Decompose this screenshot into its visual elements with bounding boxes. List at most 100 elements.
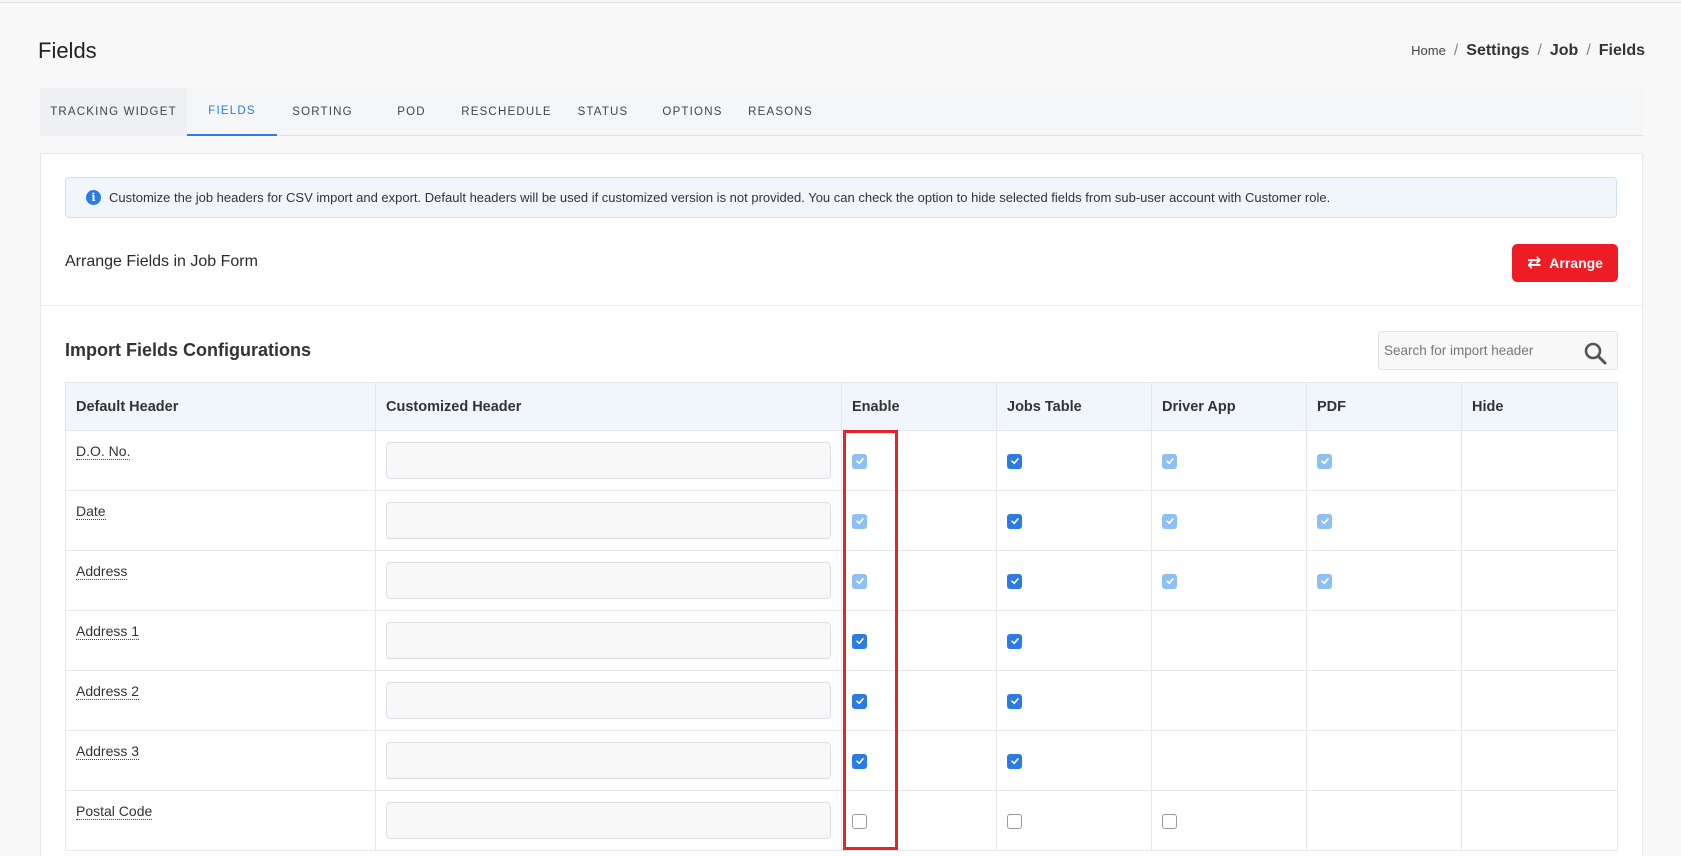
search-icon[interactable] [1583, 341, 1607, 365]
table-row: D.O. No. [65, 430, 1618, 491]
table-row: Date [65, 490, 1618, 551]
default-header-cell: Address 2 [65, 670, 376, 731]
jobs-table-checkbox[interactable] [1007, 573, 1022, 589]
jobs-table-checkbox[interactable] [1007, 633, 1022, 649]
driver-app-checkbox[interactable] [1162, 813, 1177, 829]
column-header: Driver App [1151, 382, 1307, 431]
tab-status[interactable]: STATUS [558, 88, 648, 136]
jobs-table-cell [996, 490, 1152, 551]
column-header: Default Header [65, 382, 376, 431]
default-header-label: Address 1 [76, 623, 140, 640]
customized-header-input[interactable] [386, 442, 831, 479]
pdf-cell [1306, 610, 1462, 671]
hide-cell [1461, 430, 1618, 491]
jobs-table-cell [996, 430, 1152, 491]
driver-app-cell [1151, 430, 1307, 491]
default-header-cell: Address 3 [65, 730, 376, 791]
pdf-cell [1306, 550, 1462, 611]
hide-cell [1461, 790, 1618, 851]
jobs-table-checkbox[interactable] [1007, 693, 1022, 709]
default-header-label: Address 2 [76, 683, 140, 700]
arrange-label: Arrange Fields in Job Form [65, 253, 258, 270]
settings-tabs: TRACKING WIDGET FIELDS SORTING POD RESCH… [40, 88, 1643, 136]
hide-cell [1461, 610, 1618, 671]
breadcrumb-settings[interactable]: Settings [1466, 42, 1529, 60]
top-border [0, 2, 1681, 3]
jobs-table-cell [996, 790, 1152, 851]
table-row: Address 2 [65, 670, 1618, 731]
driver-app-checkbox [1162, 453, 1177, 469]
table-row: Address [65, 550, 1618, 611]
driver-app-checkbox [1162, 513, 1177, 529]
default-header-cell: Address 1 [65, 610, 376, 671]
breadcrumb-home[interactable]: Home [1411, 43, 1446, 58]
table-row: Postal Code [65, 790, 1618, 851]
info-text: Customize the job headers for CSV import… [109, 190, 1331, 205]
customized-header-input[interactable] [386, 502, 831, 539]
tab-reasons[interactable]: REASONS [737, 88, 824, 136]
column-header: Jobs Table [996, 382, 1152, 431]
tab-fields[interactable]: FIELDS [187, 88, 277, 136]
customized-header-cell [375, 430, 842, 491]
jobs-table-cell [996, 730, 1152, 791]
customized-header-input[interactable] [386, 682, 831, 719]
pdf-cell [1306, 730, 1462, 791]
default-header-cell: Postal Code [65, 790, 376, 851]
info-icon: i [86, 190, 101, 205]
customized-header-cell [375, 490, 842, 551]
tab-tracking-widget[interactable]: TRACKING WIDGET [40, 88, 187, 136]
pdf-checkbox [1317, 453, 1332, 469]
customized-header-cell [375, 610, 842, 671]
hide-cell [1461, 490, 1618, 551]
default-header-cell: D.O. No. [65, 430, 376, 491]
jobs-table-checkbox[interactable] [1007, 813, 1022, 829]
default-header-cell: Date [65, 490, 376, 551]
tab-reschedule[interactable]: RESCHEDULE [455, 88, 558, 136]
info-alert: i Customize the job headers for CSV impo… [65, 177, 1617, 218]
customized-header-cell [375, 550, 842, 611]
pdf-cell [1306, 670, 1462, 731]
breadcrumb-separator: / [1537, 42, 1542, 59]
default-header-label: Date [76, 503, 106, 520]
jobs-table-checkbox[interactable] [1007, 513, 1022, 529]
column-header: Enable [841, 382, 997, 431]
hide-cell [1461, 550, 1618, 611]
customized-header-input[interactable] [386, 742, 831, 779]
tab-options[interactable]: OPTIONS [648, 88, 737, 136]
default-header-cell: Address [65, 550, 376, 611]
breadcrumb-job[interactable]: Job [1550, 42, 1578, 60]
swap-arrows-icon: ⇄ [1527, 253, 1542, 272]
fields-panel: i Customize the job headers for CSV impo… [40, 153, 1643, 856]
search-box [1378, 331, 1618, 370]
customized-header-cell [375, 790, 842, 851]
table-row: Address 1 [65, 610, 1618, 671]
driver-app-cell [1151, 550, 1307, 611]
pdf-cell [1306, 790, 1462, 851]
customized-header-input[interactable] [386, 562, 831, 599]
customized-header-input[interactable] [386, 622, 831, 659]
driver-app-cell [1151, 490, 1307, 551]
default-header-label: Postal Code [76, 803, 153, 820]
default-header-label: Address 3 [76, 743, 140, 760]
default-header-label: D.O. No. [76, 443, 131, 460]
column-header: Customized Header [375, 382, 842, 431]
arrange-button-label: Arrange [1549, 255, 1603, 271]
driver-app-cell [1151, 670, 1307, 731]
driver-app-cell [1151, 790, 1307, 851]
jobs-table-checkbox[interactable] [1007, 453, 1022, 469]
breadcrumb: Home / Settings / Job / Fields [1411, 42, 1645, 60]
arrange-button[interactable]: ⇄ Arrange [1512, 244, 1618, 282]
customized-header-cell [375, 670, 842, 731]
pdf-checkbox [1317, 573, 1332, 589]
column-header: PDF [1306, 382, 1462, 431]
tab-pod[interactable]: POD [368, 88, 455, 136]
tab-sorting[interactable]: SORTING [277, 88, 368, 136]
jobs-table-checkbox[interactable] [1007, 753, 1022, 769]
import-section-title: Import Fields Configurations [65, 340, 311, 360]
enable-column-highlight [843, 430, 898, 850]
jobs-table-cell [996, 610, 1152, 671]
import-fields-table: Default Header Customized Header Enable … [65, 382, 1618, 851]
search-input[interactable] [1384, 343, 1579, 358]
driver-app-cell [1151, 610, 1307, 671]
customized-header-input[interactable] [386, 802, 831, 839]
